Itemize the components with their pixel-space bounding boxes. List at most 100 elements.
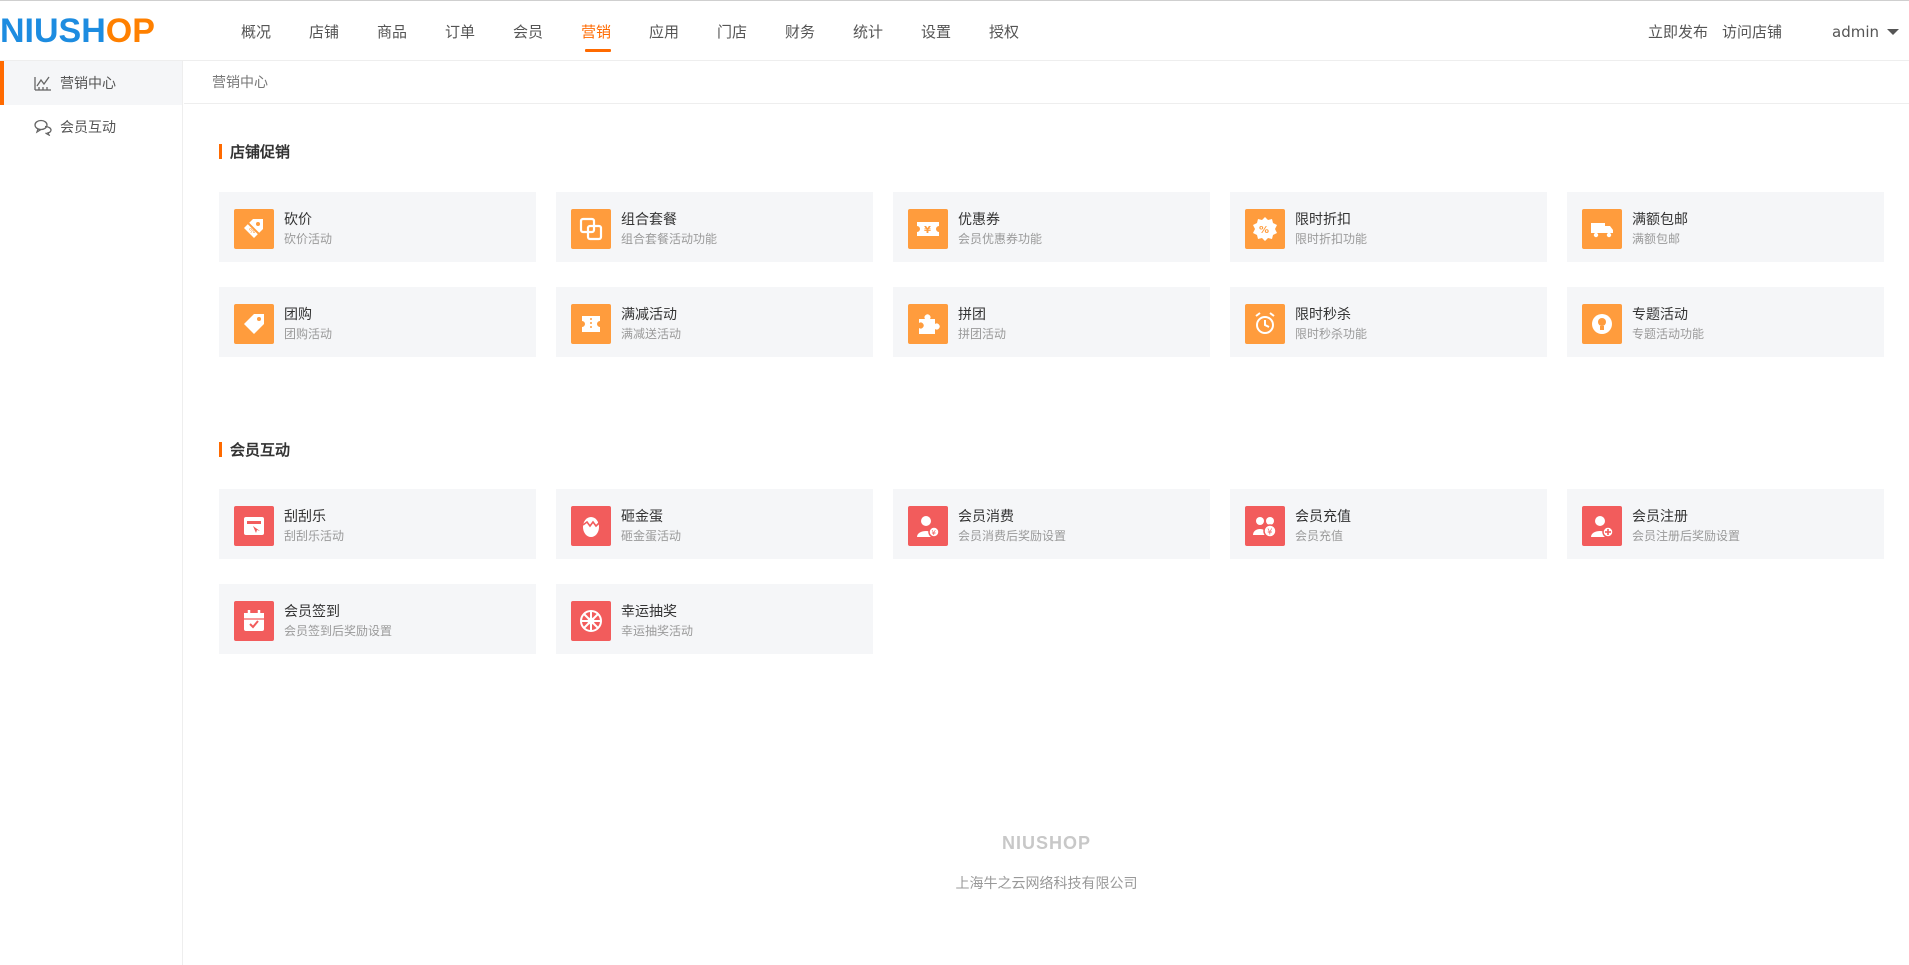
card-title: 限时秒杀 bbox=[1295, 307, 1351, 323]
calendar-check-icon bbox=[234, 601, 274, 641]
card-lucky-draw[interactable]: 幸运抽奖 幸运抽奖活动 bbox=[556, 584, 873, 654]
card-flash-sale[interactable]: 限时秒杀 限时秒杀功能 bbox=[1230, 287, 1547, 357]
card-scratch-card[interactable]: 刮刮乐 刮刮乐活动 bbox=[219, 489, 536, 559]
card-title: 团购 bbox=[284, 307, 312, 323]
top-bar: NIUSH OP 概况 店铺 商品 订单 会员 营销 应用 门店 财务 统计 设置… bbox=[0, 0, 1909, 61]
breadcrumb-current: 营销中心 bbox=[212, 75, 268, 91]
card-desc: 会员注册后奖励设置 bbox=[1632, 529, 1741, 543]
card-member-register[interactable]: 会员注册 会员注册后奖励设置 bbox=[1567, 489, 1884, 559]
sidebar-item-member-interaction[interactable]: 会员互动 bbox=[0, 105, 182, 149]
card-desc: 幸运抽奖活动 bbox=[621, 624, 694, 638]
card-title: 会员签到 bbox=[284, 604, 340, 620]
card-title: 组合套餐 bbox=[621, 212, 677, 228]
card-group-buy[interactable]: 团购 团购活动 bbox=[219, 287, 536, 357]
card-desc: 组合套餐活动功能 bbox=[621, 232, 718, 246]
card-bargain[interactable]: % 砍价 砍价活动 bbox=[219, 192, 536, 262]
nav-goods[interactable]: 商品 bbox=[358, 1, 426, 62]
main-content: 营销中心 店铺促销 % 砍价 砍价活动 组合套餐 组合套餐活动功能 ¥ 优惠券 … bbox=[184, 61, 1909, 965]
egg-icon bbox=[571, 506, 611, 546]
card-combo-package[interactable]: 组合套餐 组合套餐活动功能 bbox=[556, 192, 873, 262]
coupon-icon: ¥ bbox=[908, 209, 948, 249]
wheel-icon bbox=[571, 601, 611, 641]
card-desc: 满减送活动 bbox=[621, 327, 682, 341]
chart-icon bbox=[34, 74, 52, 92]
card-golden-egg[interactable]: 砸金蛋 砸金蛋活动 bbox=[556, 489, 873, 559]
alarm-clock-icon bbox=[1245, 304, 1285, 344]
member-register-icon bbox=[1582, 506, 1622, 546]
card-desc: 会员优惠券功能 bbox=[958, 232, 1043, 246]
card-title: 拼团 bbox=[958, 307, 986, 323]
member-consume-icon: ¥ bbox=[908, 506, 948, 546]
username: admin bbox=[1832, 22, 1879, 41]
svg-text:¥: ¥ bbox=[932, 529, 937, 537]
nav-settings[interactable]: 设置 bbox=[902, 1, 970, 62]
nav-overview[interactable]: 概况 bbox=[222, 1, 290, 62]
card-group-buying[interactable]: 拼团 拼团活动 bbox=[893, 287, 1210, 357]
user-menu[interactable]: admin bbox=[1832, 23, 1899, 41]
price-tag-icon bbox=[234, 304, 274, 344]
card-title: 幸运抽奖 bbox=[621, 604, 677, 620]
card-desc: 满额包邮 bbox=[1632, 232, 1681, 246]
chat-icon bbox=[34, 118, 52, 136]
card-title: 专题活动 bbox=[1632, 307, 1688, 323]
publish-link[interactable]: 立即发布 bbox=[1648, 21, 1708, 42]
card-desc: 会员签到后奖励设置 bbox=[284, 624, 393, 638]
card-title: 满额包邮 bbox=[1632, 212, 1688, 228]
tag-cut-icon: % bbox=[234, 209, 274, 249]
nav-outlets[interactable]: 门店 bbox=[698, 1, 766, 62]
footer-company: 上海牛之云网络科技有限公司 bbox=[955, 876, 1138, 892]
card-title: 限时折扣 bbox=[1295, 212, 1351, 228]
card-desc: 刮刮乐活动 bbox=[284, 529, 345, 543]
card-title: 满减活动 bbox=[621, 307, 677, 323]
truck-icon bbox=[1582, 209, 1622, 249]
card-desc: 会员消费后奖励设置 bbox=[958, 529, 1067, 543]
nav-statistics[interactable]: 统计 bbox=[834, 1, 902, 62]
scratch-card-icon bbox=[234, 506, 274, 546]
svg-text:%: % bbox=[1259, 225, 1269, 236]
nav-license[interactable]: 授权 bbox=[970, 1, 1038, 62]
section-title-member-interaction: 会员互动 bbox=[219, 439, 290, 460]
card-title: 会员注册 bbox=[1632, 509, 1688, 525]
nav-store[interactable]: 店铺 bbox=[290, 1, 358, 62]
card-title: 砸金蛋 bbox=[621, 509, 663, 525]
member-recharge-icon: ¥ bbox=[1245, 506, 1285, 546]
card-member-checkin[interactable]: 会员签到 会员签到后奖励设置 bbox=[219, 584, 536, 654]
footer-logo: NIUSHOP bbox=[1001, 833, 1091, 853]
combo-icon bbox=[571, 209, 611, 249]
puzzle-icon bbox=[908, 304, 948, 344]
logo-text-blue: NIUSH bbox=[0, 12, 106, 50]
main-nav: 概况 店铺 商品 订单 会员 营销 应用 门店 财务 统计 设置 授权 bbox=[222, 1, 1038, 62]
ticket-icon bbox=[571, 304, 611, 344]
card-topic-activity[interactable]: 专题活动 专题活动功能 bbox=[1567, 287, 1884, 357]
card-title: 会员消费 bbox=[958, 509, 1014, 525]
nav-apps[interactable]: 应用 bbox=[630, 1, 698, 62]
nav-orders[interactable]: 订单 bbox=[426, 1, 494, 62]
sidebar-item-label: 营销中心 bbox=[60, 76, 116, 92]
nav-marketing[interactable]: 营销 bbox=[562, 1, 630, 62]
caret-down-icon bbox=[1887, 28, 1899, 35]
nav-finance[interactable]: 财务 bbox=[766, 1, 834, 62]
card-title: 优惠券 bbox=[958, 212, 1000, 228]
card-member-consume[interactable]: ¥ 会员消费 会员消费后奖励设置 bbox=[893, 489, 1210, 559]
card-desc: 会员充值 bbox=[1295, 529, 1344, 543]
card-full-reduction[interactable]: 满减活动 满减送活动 bbox=[556, 287, 873, 357]
bulb-icon bbox=[1582, 304, 1622, 344]
sidebar-item-marketing-center[interactable]: 营销中心 bbox=[0, 61, 182, 105]
card-limited-discount[interactable]: % 限时折扣 限时折扣功能 bbox=[1230, 192, 1547, 262]
card-free-shipping[interactable]: 满额包邮 满额包邮 bbox=[1567, 192, 1884, 262]
card-desc: 拼团活动 bbox=[958, 327, 1007, 341]
card-desc: 砸金蛋活动 bbox=[621, 529, 682, 543]
niushop-logo[interactable]: NIUSH OP bbox=[0, 13, 155, 49]
sidebar-item-label: 会员互动 bbox=[60, 120, 116, 136]
svg-text:¥: ¥ bbox=[924, 225, 931, 236]
logo-text-orange: OP bbox=[105, 12, 155, 50]
nav-members[interactable]: 会员 bbox=[494, 1, 562, 62]
visit-store-link[interactable]: 访问店铺 bbox=[1722, 21, 1782, 42]
sidebar: 营销中心 会员互动 bbox=[0, 61, 183, 965]
card-title: 砍价 bbox=[284, 212, 312, 228]
card-member-recharge[interactable]: ¥ 会员充值 会员充值 bbox=[1230, 489, 1547, 559]
card-coupon[interactable]: ¥ 优惠券 会员优惠券功能 bbox=[893, 192, 1210, 262]
svg-text:¥: ¥ bbox=[1267, 528, 1272, 537]
card-desc: 限时秒杀功能 bbox=[1295, 327, 1368, 341]
breadcrumb: 营销中心 bbox=[184, 61, 1909, 104]
